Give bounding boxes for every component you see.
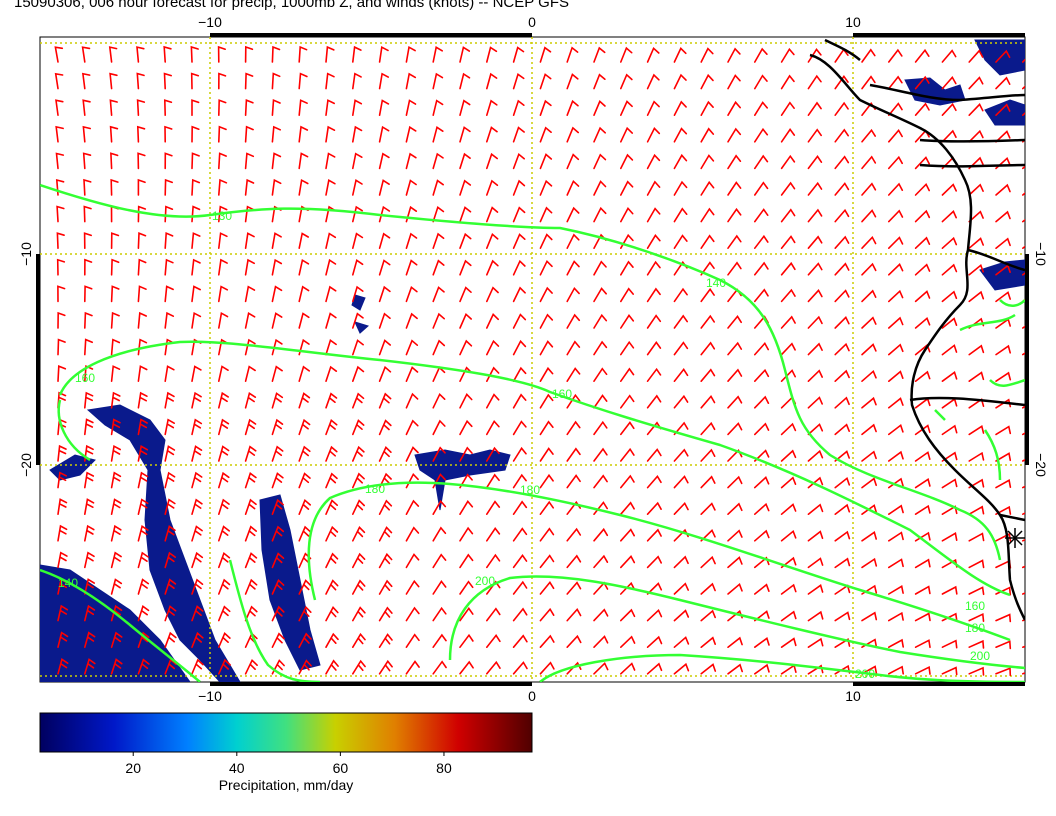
colorbar-gradient (39, 712, 533, 753)
left-tick-lat-minus10: −10 (18, 242, 34, 266)
colorbar: 20 40 60 80 Precipitation, mm/day (39, 712, 533, 793)
top-tick-lon-10: 10 (845, 14, 861, 30)
top-tick-lon-minus10: −10 (198, 14, 222, 30)
contour-label-130: 130 (212, 209, 232, 223)
bottom-tick-lon-0: 0 (528, 688, 536, 704)
star-marker (1005, 528, 1025, 548)
bottom-tick-lon-minus10: −10 (198, 688, 222, 704)
contour-label-180c: 180 (965, 621, 985, 635)
colorbar-tick-60: 60 (333, 760, 349, 776)
contour-label-180b: 180 (520, 483, 540, 497)
contour-label-200: 200 (475, 574, 495, 588)
contour-label-160: 160 (75, 371, 95, 385)
contour-label-160b: 160 (552, 387, 572, 401)
right-tick-lat-minus20: −20 (1033, 453, 1049, 477)
colorbar-tick-20: 20 (125, 760, 141, 776)
top-tick-lon-0: 0 (528, 14, 536, 30)
colorbar-tick-80: 80 (436, 760, 452, 776)
contour-label-140: 140 (706, 276, 726, 290)
contour-label-140b: 140 (58, 576, 78, 590)
contour-label-180: 180 (365, 482, 385, 496)
right-tick-lat-minus10: −10 (1033, 242, 1049, 266)
bottom-tick-lon-10: 10 (845, 688, 861, 704)
forecast-map: 130 140 160 160 180 180 200 140 160 180 … (18, 14, 1049, 793)
left-tick-lat-minus20: −20 (18, 453, 34, 477)
contour-label-200c: 200 (855, 667, 875, 681)
colorbar-tick-40: 40 (229, 760, 245, 776)
contour-label-160c: 160 (965, 599, 985, 613)
colorbar-title: Precipitation, mm/day (219, 777, 354, 793)
contour-label-200b: 200 (970, 649, 990, 663)
